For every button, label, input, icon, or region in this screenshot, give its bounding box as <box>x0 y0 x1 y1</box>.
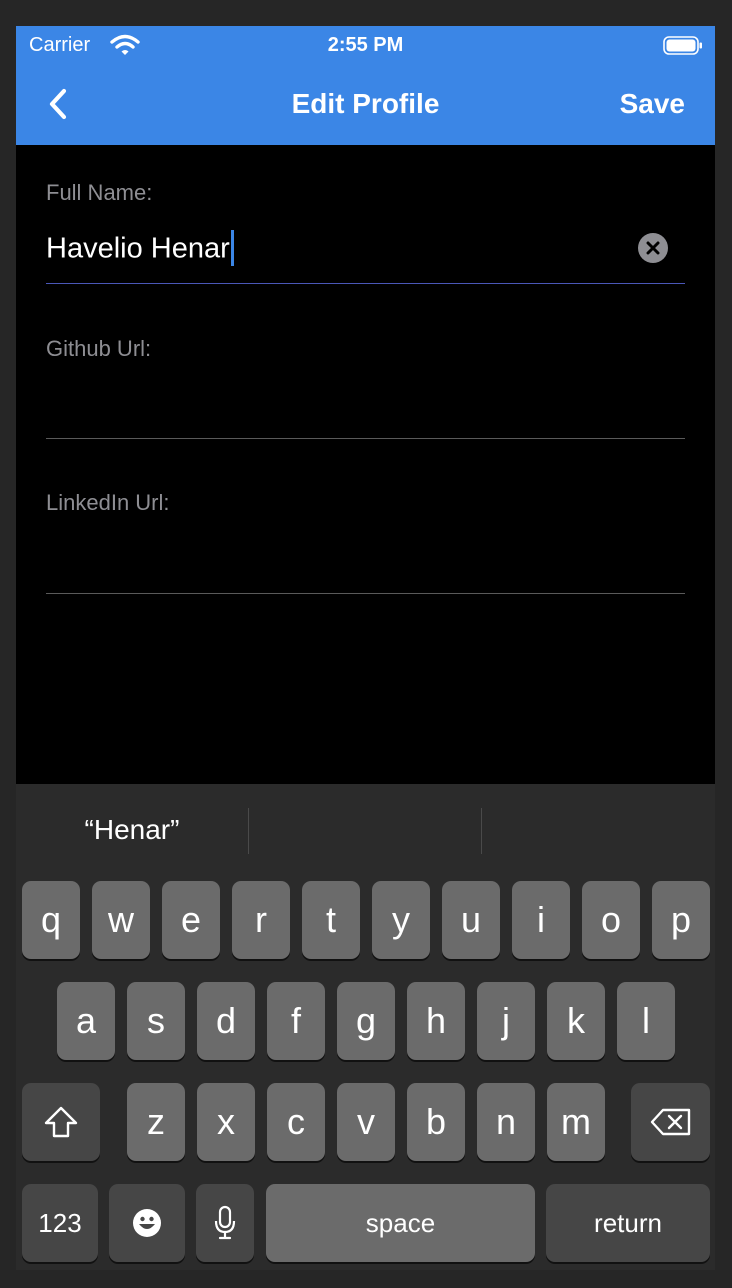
suggestion-divider <box>481 808 482 854</box>
key-c[interactable]: c <box>267 1083 325 1161</box>
key-n[interactable]: n <box>477 1083 535 1161</box>
key-x[interactable]: x <box>197 1083 255 1161</box>
key-g[interactable]: g <box>337 982 395 1060</box>
space-key[interactable]: space <box>266 1184 535 1262</box>
emoji-icon <box>133 1209 161 1237</box>
battery-icon <box>663 36 702 55</box>
github-url-input[interactable] <box>46 382 626 426</box>
key-l[interactable]: l <box>617 982 675 1060</box>
key-i[interactable]: i <box>512 881 570 959</box>
key-s[interactable]: s <box>127 982 185 1060</box>
suggestion-1[interactable]: “Henar” <box>16 814 248 846</box>
full-name-field: Full Name: Havelio Henar <box>46 176 685 286</box>
full-name-underline <box>46 283 685 284</box>
text-cursor <box>230 230 234 266</box>
linkedin-url-underline <box>46 593 685 594</box>
backspace-icon <box>650 1108 690 1136</box>
key-v[interactable]: v <box>337 1083 395 1161</box>
key-w[interactable]: w <box>92 881 150 959</box>
linkedin-url-input[interactable] <box>46 538 626 582</box>
key-t[interactable]: t <box>302 881 360 959</box>
key-d[interactable]: d <box>197 982 255 1060</box>
microphone-icon <box>214 1205 236 1240</box>
key-h[interactable]: h <box>407 982 465 1060</box>
key-k[interactable]: k <box>547 982 605 1060</box>
key-b[interactable]: b <box>407 1083 465 1161</box>
key-q[interactable]: q <box>22 881 80 959</box>
key-y[interactable]: y <box>372 881 430 959</box>
numbers-key[interactable]: 123 <box>22 1184 98 1262</box>
status-time: 2:55 PM <box>327 34 404 56</box>
key-p[interactable]: p <box>652 881 710 959</box>
status-bar: Carrier 2:55 PM <box>16 26 715 66</box>
shift-key[interactable] <box>22 1083 100 1161</box>
save-button[interactable]: Save <box>620 88 685 120</box>
key-r[interactable]: r <box>232 881 290 959</box>
key-f[interactable]: f <box>267 982 325 1060</box>
delete-key[interactable] <box>631 1083 710 1161</box>
full-name-input[interactable]: Havelio Henar <box>46 226 626 270</box>
full-name-value: Havelio Henar <box>46 230 234 268</box>
clear-text-button[interactable] <box>638 233 668 263</box>
github-url-underline <box>46 438 685 439</box>
github-url-field: Github Url: <box>46 332 685 442</box>
linkedin-url-field: LinkedIn Url: <box>46 488 685 598</box>
close-icon <box>646 241 660 255</box>
key-u[interactable]: u <box>442 881 500 959</box>
emoji-key[interactable] <box>109 1184 185 1262</box>
key-m[interactable]: m <box>547 1083 605 1161</box>
suggestion-divider <box>248 808 249 854</box>
key-a[interactable]: a <box>57 982 115 1060</box>
key-z[interactable]: z <box>127 1083 185 1161</box>
phone-screen: Carrier 2:55 PM Edit Profile Save Full N… <box>16 26 715 1270</box>
navigation-bar: Carrier 2:55 PM Edit Profile Save <box>16 26 715 145</box>
dictation-key[interactable] <box>196 1184 254 1262</box>
keyboard: “Henar” q w e r t y u i o p a s d f g h … <box>16 784 715 1270</box>
shift-icon <box>44 1106 78 1138</box>
key-e[interactable]: e <box>162 881 220 959</box>
key-o[interactable]: o <box>582 881 640 959</box>
page-title: Edit Profile <box>291 88 440 119</box>
return-key[interactable]: return <box>546 1184 710 1262</box>
github-url-label: Github Url: <box>46 336 152 361</box>
full-name-label: Full Name: <box>46 180 153 205</box>
key-j[interactable]: j <box>477 982 535 1060</box>
linkedin-url-label: LinkedIn Url: <box>46 490 170 515</box>
